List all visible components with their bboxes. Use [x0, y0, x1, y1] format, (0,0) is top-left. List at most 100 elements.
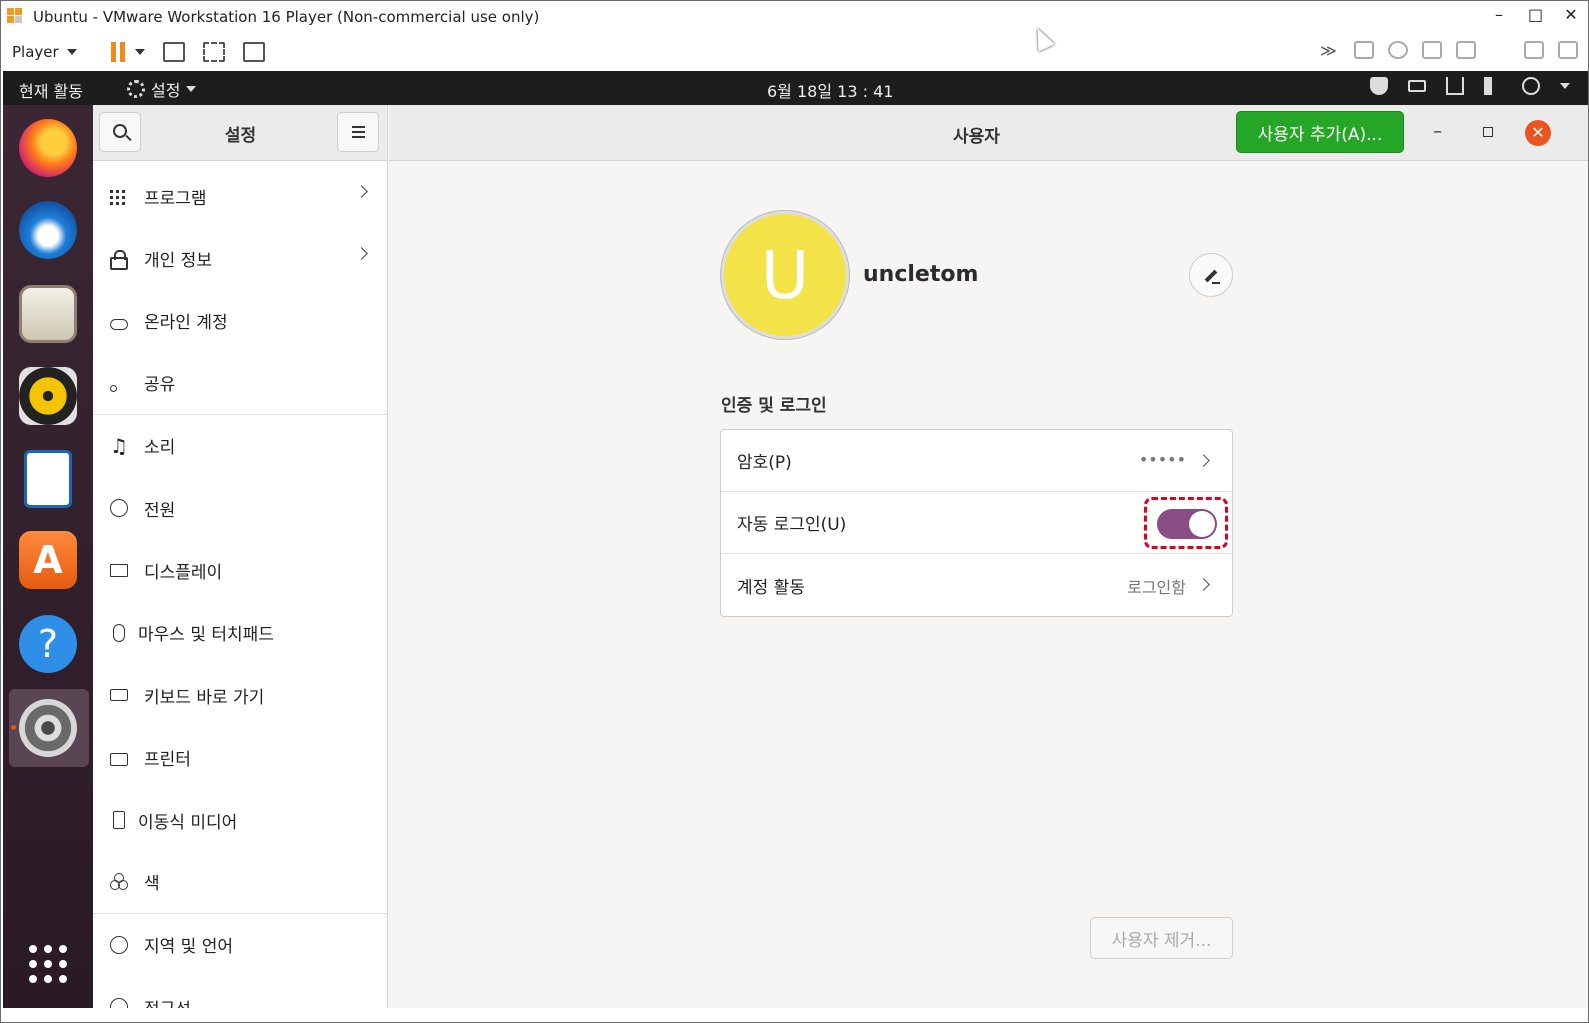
- help-icon[interactable]: ?: [19, 615, 77, 673]
- add-user-button[interactable]: 사용자 추가(A)...: [1236, 111, 1404, 153]
- unity-icon[interactable]: [242, 42, 265, 62]
- settings-icon[interactable]: [19, 699, 77, 757]
- sidebar-item-online-accounts[interactable]: 온라인 계정: [93, 290, 387, 352]
- show-applications-icon[interactable]: [29, 945, 67, 983]
- close-button[interactable]: ✕: [1525, 120, 1551, 146]
- sidebar-item-power[interactable]: 전원: [93, 477, 387, 539]
- sidebar-item-label: 온라인 계정: [144, 313, 228, 334]
- music-note-icon: ♫: [110, 433, 128, 458]
- account-activity-row[interactable]: 계정 활동 로그인함: [721, 554, 1232, 616]
- clock[interactable]: 6월 18일 13 : 41: [767, 78, 893, 102]
- hard-disk-icon[interactable]: [1354, 41, 1374, 59]
- lock-icon: [110, 250, 128, 271]
- sidebar-item-region-language[interactable]: 지역 및 언어: [93, 914, 387, 976]
- fullscreen-icon[interactable]: [202, 42, 225, 62]
- libreoffice-writer-icon[interactable]: [24, 450, 72, 508]
- cd-drive-icon[interactable]: [1388, 41, 1408, 59]
- maximize-button[interactable]: [1483, 127, 1493, 137]
- network-icon[interactable]: [1446, 77, 1464, 95]
- sidebar-item-accessibility[interactable]: 접근성: [93, 976, 387, 1008]
- minimize-button[interactable]: –: [1433, 121, 1447, 142]
- sidebar-item-display[interactable]: 디스플레이: [93, 539, 387, 601]
- sidebar-item-printers[interactable]: 프린터: [93, 727, 387, 789]
- account-activity-label: 계정 활동: [737, 577, 805, 598]
- removable-drive-icon: [113, 811, 125, 830]
- sidebar-item-sound[interactable]: ♫ 소리: [93, 415, 387, 477]
- more-icon[interactable]: ≫: [1320, 41, 1340, 60]
- sidebar-item-label: 프린터: [144, 750, 191, 771]
- password-row[interactable]: 암호(P) •••••: [721, 430, 1232, 492]
- chevron-right-icon: [355, 247, 368, 261]
- sound-card-icon[interactable]: [1490, 41, 1510, 59]
- globe-icon: [110, 935, 128, 954]
- sidebar-item-sharing[interactable]: 공유: [93, 352, 387, 415]
- sidebar-item-label: 마우스 및 터치패드: [138, 625, 274, 646]
- display-icon: [110, 564, 128, 578]
- sidebar-item-removable-media[interactable]: 이동식 미디어: [93, 789, 387, 851]
- hamburger-icon: [352, 126, 365, 138]
- ubuntu-top-bar: 현재 활동 설정 6월 18일 13 : 41: [3, 71, 1588, 105]
- files-icon[interactable]: [19, 285, 77, 343]
- sidebar-item-color[interactable]: 색: [93, 851, 387, 914]
- dock: A ?: [3, 105, 93, 1008]
- keyboard-icon[interactable]: [1408, 80, 1426, 92]
- sidebar-item-privacy[interactable]: 개인 정보: [93, 227, 387, 289]
- vmware-title: Ubuntu - VMware Workstation 16 Player (N…: [33, 8, 540, 26]
- sidebar-item-keyboard-shortcuts[interactable]: 키보드 바로 가기: [93, 664, 387, 726]
- rhythmbox-icon[interactable]: [19, 367, 77, 425]
- shield-icon[interactable]: [1370, 77, 1388, 95]
- sidebar-header: 설정: [93, 105, 387, 161]
- pause-icon[interactable]: [110, 42, 125, 62]
- apps-grid-icon: [110, 187, 128, 206]
- auth-login-list: 암호(P) ••••• 자동 로그인(U) 계정 활동 로그인함: [720, 429, 1233, 617]
- activities-button[interactable]: 현재 활동: [19, 78, 83, 102]
- sidebar-item-programs[interactable]: 프로그램: [93, 165, 387, 227]
- keyboard-icon: [110, 689, 128, 702]
- thunderbird-icon[interactable]: [19, 201, 77, 259]
- mouse-icon: [113, 623, 125, 642]
- player-menu-button[interactable]: Player: [12, 43, 77, 61]
- printer-icon: [110, 753, 128, 767]
- send-ctrl-alt-del-icon[interactable]: [162, 42, 185, 62]
- remove-user-button[interactable]: 사용자 제거...: [1090, 917, 1233, 959]
- vmware-device-icons: ≫: [1320, 41, 1578, 60]
- vmware-logo-icon: [7, 8, 27, 26]
- power-icon[interactable]: [1522, 77, 1540, 95]
- accessibility-icon: [110, 998, 128, 1008]
- chevron-right-icon: [355, 185, 368, 198]
- autologin-toggle[interactable]: [1157, 509, 1217, 539]
- autologin-row: 자동 로그인(U): [721, 492, 1232, 554]
- hamburger-menu-button[interactable]: [337, 112, 379, 152]
- volume-icon[interactable]: [1484, 77, 1502, 95]
- highlight-annotation: [1144, 497, 1228, 549]
- vmware-window: Ubuntu - VMware Workstation 16 Player (N…: [0, 0, 1589, 1023]
- vmware-close-button[interactable]: ✕: [1564, 5, 1578, 24]
- password-value: •••••: [1138, 450, 1186, 469]
- sidebar-item-label: 키보드 바로 가기: [144, 687, 265, 708]
- section-title: 인증 및 로그인: [721, 396, 827, 416]
- running-indicator: [11, 725, 16, 730]
- vmware-maximize-button[interactable]: □: [1528, 5, 1543, 24]
- sidebar-list: 프로그램 개인 정보 온라인 계정 공유 ♫ 소리 전원 디스플레이 마우스 및…: [93, 165, 387, 1008]
- sidebar-item-label: 이동식 미디어: [138, 812, 238, 833]
- chevron-down-icon: [186, 86, 197, 92]
- firefox-icon[interactable]: [19, 119, 77, 177]
- message-log-icon[interactable]: [1558, 41, 1578, 59]
- ubuntu-software-icon[interactable]: A: [19, 531, 77, 589]
- content-header-bar: 사용자 사용자 추가(A)... – ✕: [389, 105, 1588, 161]
- password-label: 암호(P): [737, 453, 792, 473]
- network-adapter-icon[interactable]: [1422, 41, 1442, 59]
- usb-icon[interactable]: [1524, 41, 1544, 59]
- printer-icon[interactable]: [1456, 41, 1476, 59]
- vmware-minimize-button[interactable]: –: [1492, 5, 1506, 24]
- chevron-down-icon[interactable]: [1560, 83, 1570, 89]
- sidebar-item-mouse-touchpad[interactable]: 마우스 및 터치패드: [93, 602, 387, 664]
- sidebar-item-label: 디스플레이: [144, 563, 223, 584]
- system-tray[interactable]: [1370, 77, 1570, 95]
- avatar[interactable]: U: [721, 211, 849, 339]
- app-menu[interactable]: 설정: [127, 77, 197, 101]
- chevron-right-icon: [1197, 578, 1210, 591]
- pause-dropdown-icon[interactable]: [134, 49, 145, 55]
- edit-username-button[interactable]: [1189, 253, 1233, 297]
- vmware-toolbar: Player ≫: [1, 33, 1588, 71]
